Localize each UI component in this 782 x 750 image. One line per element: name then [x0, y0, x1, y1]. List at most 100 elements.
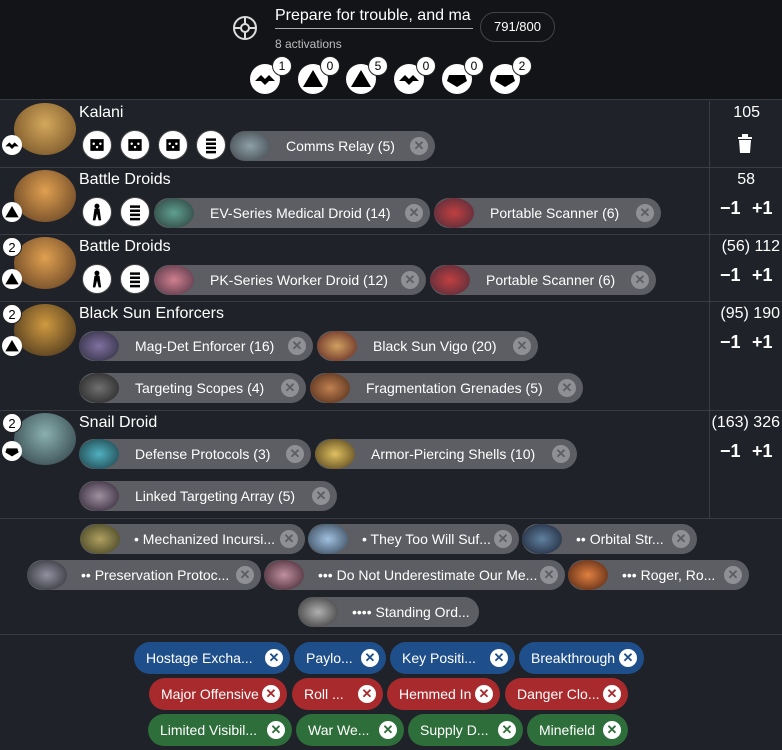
command-card-chip[interactable]: ••• Roger, Ro... ✕ — [568, 560, 749, 590]
condition-chip[interactable]: Minefield ✕ — [527, 714, 628, 746]
condition-chip[interactable]: Limited Visibil... ✕ — [148, 714, 292, 746]
remove-icon[interactable]: ✕ — [281, 379, 299, 397]
unit-image[interactable] — [14, 237, 76, 289]
remove-icon[interactable]: ✕ — [513, 337, 531, 355]
remove-icon[interactable]: ✕ — [724, 566, 742, 584]
remove-icon[interactable]: ✕ — [636, 204, 654, 222]
unit-image[interactable] — [14, 304, 76, 356]
remove-icon[interactable]: ✕ — [288, 337, 306, 355]
increment-button[interactable]: +1 — [752, 265, 773, 286]
command-card-chip[interactable]: •••• Standing Ord... — [298, 597, 479, 627]
unit-image[interactable] — [14, 103, 76, 155]
unit-list: Kalani Comms Relay (5) ✕ 105 Battle Droi… — [0, 101, 782, 519]
upgrade-chip[interactable]: Mag-Det Enforcer (16) ✕ — [79, 331, 313, 361]
remove-icon[interactable]: ✕ — [361, 649, 379, 667]
remove-icon[interactable]: ✕ — [405, 204, 423, 222]
remove-icon[interactable]: ✕ — [262, 685, 280, 703]
remove-icon[interactable]: ✕ — [631, 271, 649, 289]
command-card-chip[interactable]: • Mechanized Incursi... ✕ — [80, 524, 305, 554]
gear-upgrade-icon[interactable] — [120, 197, 150, 227]
unit-points: 105 — [733, 104, 760, 121]
decrement-button[interactable]: −1 — [720, 198, 741, 219]
corps-rank-icon — [2, 269, 22, 289]
deployment-chip[interactable]: Danger Clo... ✕ — [505, 678, 628, 710]
remove-icon[interactable]: ✕ — [312, 487, 330, 505]
upgrade-chip[interactable]: Armor-Piercing Shells (10) ✕ — [315, 439, 577, 469]
deployment-chip[interactable]: Major Offensive ✕ — [149, 678, 287, 710]
remove-icon[interactable]: ✕ — [267, 721, 285, 739]
remove-icon[interactable]: ✕ — [603, 685, 621, 703]
condition-chip[interactable]: War We... ✕ — [296, 714, 404, 746]
increment-button[interactable]: +1 — [752, 441, 773, 462]
command-card-chip[interactable]: •• Preservation Protoc... ✕ — [27, 560, 261, 590]
upgrade-chip[interactable]: Portable Scanner (6) ✕ — [434, 198, 661, 228]
unit-image[interactable] — [14, 170, 76, 222]
personnel-upgrade-icon[interactable] — [82, 264, 112, 294]
command-card-icon[interactable] — [82, 130, 112, 160]
command-card-icon[interactable] — [158, 130, 188, 160]
remove-icon[interactable]: ✕ — [379, 721, 397, 739]
remove-icon[interactable]: ✕ — [358, 685, 376, 703]
upgrade-chip[interactable]: Targeting Scopes (4) ✕ — [79, 373, 306, 403]
decrement-button[interactable]: −1 — [720, 332, 741, 353]
remove-icon[interactable]: ✕ — [280, 530, 298, 548]
upgrade-chip[interactable]: Fragmentation Grenades (5) ✕ — [310, 373, 583, 403]
objective-chip[interactable]: Paylo... ✕ — [294, 642, 386, 674]
unit-points: (56) 112 — [721, 238, 780, 255]
unit-image[interactable] — [14, 413, 76, 465]
activations-count: 8 activations — [275, 37, 342, 51]
upgrade-chip[interactable]: Defense Protocols (3) ✕ — [79, 439, 311, 469]
condition-chip[interactable]: Supply D... ✕ — [408, 714, 523, 746]
command-card-icon[interactable] — [120, 130, 150, 160]
separatist-icon[interactable] — [232, 15, 258, 41]
remove-icon[interactable]: ✕ — [672, 530, 690, 548]
unit-row[interactable]: Battle Droids EV-Series Medical Droid (1… — [0, 168, 782, 235]
remove-icon[interactable]: ✕ — [236, 566, 254, 584]
objective-chip[interactable]: Key Positi... ✕ — [390, 642, 515, 674]
increment-button[interactable]: +1 — [752, 332, 773, 353]
remove-icon[interactable]: ✕ — [498, 721, 516, 739]
unit-row[interactable]: 2 Snail Droid Defense Protocols (3) ✕ Ar… — [0, 411, 782, 519]
remove-icon[interactable]: ✕ — [603, 721, 621, 739]
remove-icon[interactable]: ✕ — [552, 445, 570, 463]
corps-rank-icon — [2, 336, 22, 356]
remove-icon[interactable]: ✕ — [286, 445, 304, 463]
unit-row[interactable]: Kalani Comms Relay (5) ✕ 105 — [0, 101, 782, 168]
unit-row[interactable]: 2 Battle Droids PK-Series Worker Droid (… — [0, 235, 782, 302]
decrement-button[interactable]: −1 — [720, 441, 741, 462]
upgrade-chip[interactable]: EV-Series Medical Droid (14) ✕ — [154, 198, 430, 228]
remove-icon[interactable]: ✕ — [401, 271, 419, 289]
upgrade-chip[interactable]: Linked Targeting Array (5) ✕ — [79, 481, 337, 511]
objective-chip[interactable]: Breakthrough ✕ — [519, 642, 644, 674]
remove-icon[interactable]: ✕ — [265, 649, 283, 667]
increment-button[interactable]: +1 — [752, 198, 773, 219]
remove-icon[interactable]: ✕ — [490, 649, 508, 667]
deployment-chip[interactable]: Roll ... ✕ — [292, 678, 383, 710]
unit-name: Battle Droids — [79, 171, 171, 188]
personnel-upgrade-icon[interactable] — [82, 197, 112, 227]
gear-upgrade-icon[interactable] — [120, 264, 150, 294]
upgrade-chip[interactable]: Black Sun Vigo (20) ✕ — [317, 331, 538, 361]
upgrade-chip[interactable]: Portable Scanner (6) ✕ — [430, 265, 656, 295]
remove-icon[interactable]: ✕ — [410, 137, 428, 155]
list-title-input[interactable]: Prepare for trouble, and ma — [275, 5, 473, 29]
upgrade-chip[interactable]: PK-Series Worker Droid (12) ✕ — [154, 265, 426, 295]
upgrade-chip[interactable]: Comms Relay (5) ✕ — [230, 131, 435, 161]
decrement-button[interactable]: −1 — [720, 265, 741, 286]
delete-icon[interactable] — [737, 133, 753, 153]
unit-name: Snail Droid — [79, 414, 158, 431]
unit-points: 58 — [737, 171, 755, 188]
deployment-chip[interactable]: Hemmed In ✕ — [387, 678, 500, 710]
upgrade-image — [434, 198, 474, 228]
command-card-chip[interactable]: • They Too Will Suf... ✕ — [308, 524, 519, 554]
remove-icon[interactable]: ✕ — [475, 685, 493, 703]
remove-icon[interactable]: ✕ — [619, 649, 637, 667]
remove-icon[interactable]: ✕ — [494, 530, 512, 548]
comms-upgrade-icon[interactable] — [196, 130, 226, 160]
command-card-chip[interactable]: •• Orbital Str... ✕ — [522, 524, 697, 554]
remove-icon[interactable]: ✕ — [540, 566, 558, 584]
remove-icon[interactable]: ✕ — [558, 379, 576, 397]
command-card-chip[interactable]: ••• Do Not Underestimate Our Me... ✕ — [264, 560, 565, 590]
objective-chip[interactable]: Hostage Excha... ✕ — [134, 642, 290, 674]
unit-row[interactable]: 2 Black Sun Enforcers Mag-Det Enforcer (… — [0, 302, 782, 411]
